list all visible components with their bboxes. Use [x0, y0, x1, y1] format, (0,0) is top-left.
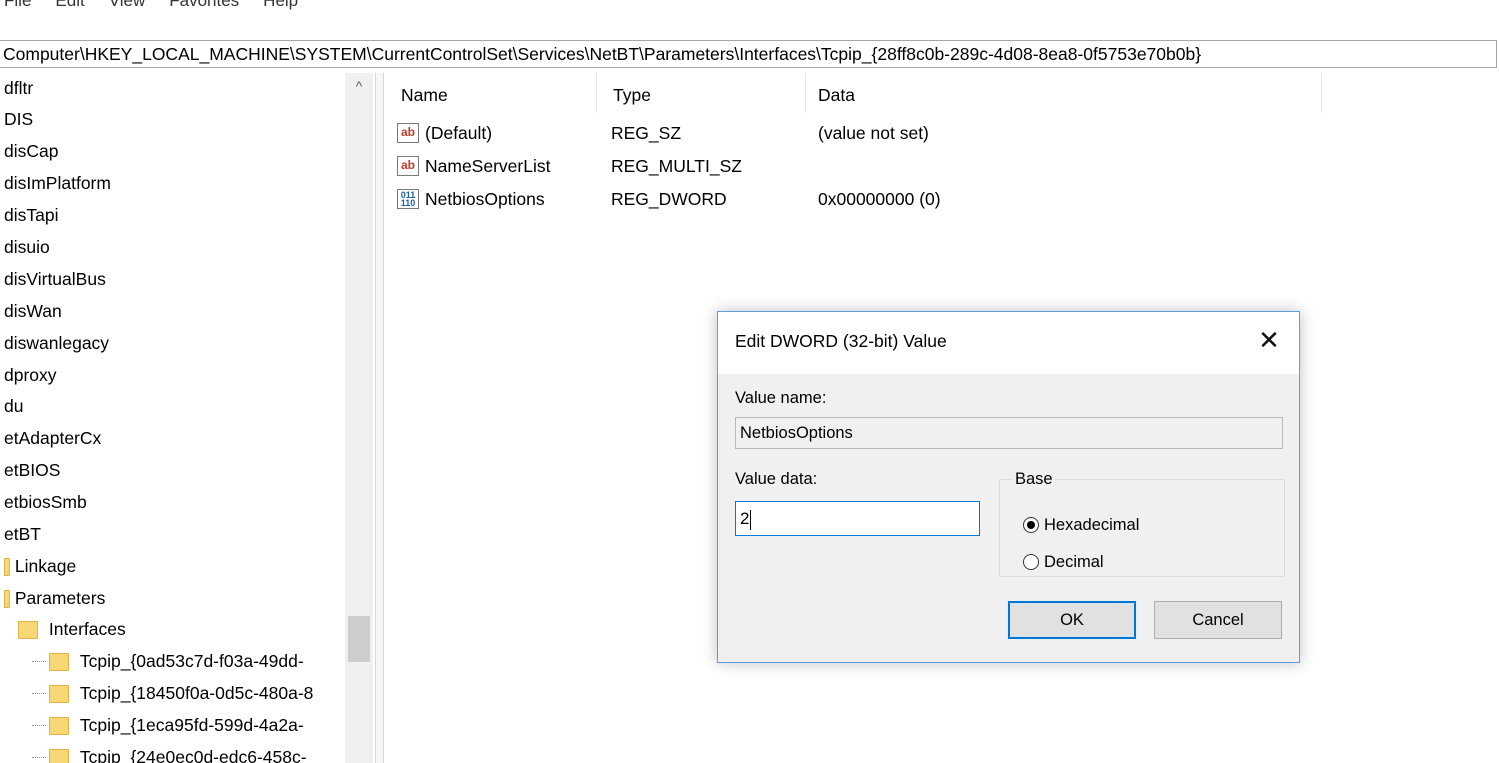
hexadecimal-radio[interactable]: Hexadecimal [1023, 514, 1139, 536]
tree-item-parameters[interactable]: Parameters [4, 583, 105, 613]
tree-item-tcpip[interactable]: Tcpip_{0ad53c7d-f03a-49dd- [32, 646, 304, 676]
tree-item[interactable]: disImPlatform [4, 168, 111, 198]
close-icon[interactable]: ✕ [1251, 324, 1287, 358]
value-type: REG_SZ [611, 123, 682, 143]
column-header-type[interactable]: Type [597, 73, 806, 113]
tree-item[interactable]: etBIOS [4, 455, 60, 485]
tree-item-label: Parameters [14, 588, 106, 608]
menu-help[interactable]: Help [251, 0, 310, 11]
tree-item-linkage[interactable]: Linkage [4, 551, 76, 581]
tree-item-tcpip[interactable]: Tcpip_{1eca95fd-599d-4a2a- [32, 710, 304, 740]
scrollbar-thumb[interactable] [348, 616, 370, 662]
dialog-body: Value name: NetbiosOptions Value data: 2… [718, 374, 1299, 662]
value-type: REG_MULTI_SZ [611, 156, 742, 176]
tree-item-label: Tcpip_{18450f0a-0d5c-480a-8 [79, 683, 314, 703]
tree-item-label: Tcpip_{0ad53c7d-f03a-49dd- [79, 651, 304, 671]
value-data: (value not set) [818, 123, 929, 143]
tree-item-label: Linkage [14, 556, 77, 576]
tree-item[interactable]: etAdapterCx [4, 423, 101, 453]
string-value-icon: ab [397, 156, 419, 176]
address-path: Computer\HKEY_LOCAL_MACHINE\SYSTEM\Curre… [3, 43, 1202, 64]
column-header-data[interactable]: Data [806, 73, 1322, 113]
value-data: 0x00000000 (0) [818, 189, 941, 209]
tree-item-netbt[interactable]: etBT [4, 519, 41, 549]
tree-item[interactable]: disWan [4, 296, 62, 326]
column-header-name[interactable]: Name [385, 73, 597, 113]
tree-item[interactable]: dfltr [4, 73, 33, 103]
tree-item[interactable]: dproxy [4, 360, 57, 390]
folder-icon [49, 653, 69, 672]
value-data-input[interactable]: 2 [735, 501, 980, 536]
tree-item[interactable]: disVirtualBus [4, 264, 106, 294]
base-label: Base [1013, 470, 1055, 489]
menu-bar: File Edit View Favorites Help [0, 0, 1499, 16]
tree-item[interactable]: du [4, 391, 23, 421]
tree-item-label: Tcpip_{24e0ec0d-edc6-458c- [79, 747, 307, 763]
tree-item[interactable]: disCap [4, 136, 58, 166]
folder-icon [4, 558, 10, 577]
folder-icon [49, 717, 69, 736]
value-name-field: NetbiosOptions [735, 417, 1283, 449]
tree-item-tcpip[interactable]: Tcpip_{24e0ec0d-edc6-458c- [32, 742, 307, 763]
value-row[interactable]: ab (Default) REG_SZ (value not set) [397, 117, 1317, 149]
tree-item[interactable]: etbiosSmb [4, 487, 87, 517]
edit-dword-dialog: Edit DWORD (32-bit) Value ✕ Value name: … [717, 311, 1300, 663]
registry-tree: dfltr DIS disCap disImPlatform disTapi d… [0, 73, 375, 763]
radio-unchecked-icon [1023, 554, 1039, 570]
cancel-button[interactable]: Cancel [1154, 601, 1282, 639]
tree-item[interactable]: disuio [4, 232, 50, 262]
decimal-label: Decimal [1044, 553, 1104, 571]
radio-checked-icon [1023, 517, 1039, 533]
tree-item-label: Interfaces [48, 619, 126, 639]
value-name: NameServerList [425, 156, 551, 176]
tree-item[interactable]: disTapi [4, 200, 58, 230]
address-bar[interactable]: Computer\HKEY_LOCAL_MACHINE\SYSTEM\Curre… [0, 40, 1497, 68]
string-value-icon: ab [397, 123, 419, 143]
scroll-up-arrow-icon[interactable]: ^ [352, 79, 366, 93]
tree-item[interactable]: DIS [4, 104, 33, 134]
text-caret [750, 509, 752, 530]
folder-icon [49, 685, 69, 704]
tree-item-label: Tcpip_{1eca95fd-599d-4a2a- [79, 715, 304, 735]
menu-file[interactable]: File [0, 0, 43, 11]
hexadecimal-label: Hexadecimal [1044, 516, 1140, 534]
value-row[interactable]: 011 110 NetbiosOptions REG_DWORD 0x000000… [397, 183, 1317, 215]
tree-scrollbar[interactable]: ^ [345, 73, 373, 763]
menu-view[interactable]: View [97, 0, 158, 11]
decimal-radio[interactable]: Decimal [1023, 551, 1104, 573]
value-data-text: 2 [740, 509, 750, 528]
folder-icon [49, 749, 69, 763]
folder-icon [18, 621, 38, 640]
value-name: (Default) [425, 123, 493, 143]
value-type: REG_DWORD [611, 189, 727, 209]
pane-splitter[interactable] [375, 73, 384, 763]
value-data-label: Value data: [735, 470, 818, 488]
menu-edit[interactable]: Edit [43, 0, 96, 11]
ok-button[interactable]: OK [1008, 601, 1136, 639]
value-row[interactable]: ab NameServerList REG_MULTI_SZ [397, 150, 1317, 182]
list-header: Name Type Data [385, 73, 1325, 113]
tree-item-interfaces[interactable]: Interfaces [18, 614, 126, 644]
dialog-title: Edit DWORD (32-bit) Value [735, 331, 947, 351]
value-name-label: Value name: [735, 389, 827, 407]
tree-item-tcpip[interactable]: Tcpip_{18450f0a-0d5c-480a-8 [32, 678, 313, 708]
value-name: NetbiosOptions [425, 189, 545, 209]
menu-favorites[interactable]: Favorites [157, 0, 251, 11]
binary-value-icon: 011 110 [397, 189, 419, 209]
folder-icon [4, 590, 10, 609]
tree-item[interactable]: diswanlegacy [4, 328, 109, 358]
